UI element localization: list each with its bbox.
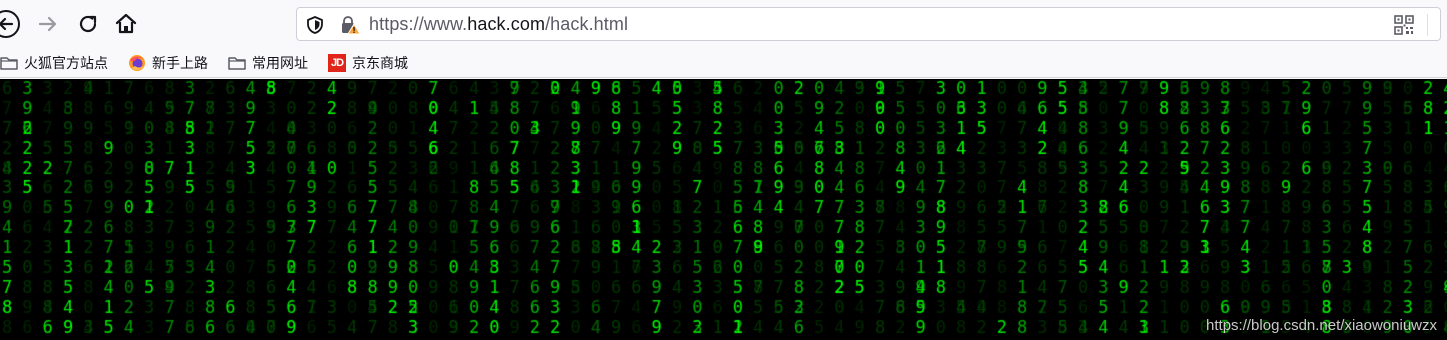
qr-code-icon[interactable] [1394, 15, 1414, 39]
reload-icon [76, 12, 100, 36]
back-button[interactable] [0, 8, 22, 40]
bookmark-label: 常用网址 [252, 56, 308, 72]
bookmark-label: 新手上路 [152, 56, 208, 72]
shield-icon[interactable] [305, 15, 325, 39]
url-prefix: https://www. [369, 14, 468, 34]
url-path: /hack.html [545, 14, 629, 34]
folder-icon [0, 54, 18, 72]
home-button[interactable] [110, 8, 142, 40]
insecure-lock-icon[interactable] [339, 15, 361, 39]
bookmark-getting-started[interactable]: 新手上路 [128, 52, 208, 74]
folder-icon [228, 54, 246, 72]
jd-badge: JD [328, 54, 346, 72]
bookmark-common-sites[interactable]: 常用网址 [228, 52, 308, 74]
bookmark-jd-mall[interactable]: JD 京东商城 [328, 52, 408, 74]
reload-button[interactable] [72, 8, 104, 40]
matrix-rain-canvas [0, 79, 1447, 340]
url-text[interactable]: https://www.hack.com/hack.html [369, 14, 628, 35]
navigation-toolbar: https://www.hack.com/hack.html [0, 0, 1447, 48]
page-content: https://blog.csdn.net/xiaowoniuwzx [0, 79, 1447, 340]
bookmarks-toolbar: 火狐官方站点 新手上路 常用网址 JD 京东商城 [0, 48, 1447, 78]
blog-watermark: https://blog.csdn.net/xiaowoniuwzx [1206, 317, 1437, 334]
bookmark-label: 火狐官方站点 [24, 56, 108, 72]
forward-button[interactable] [32, 8, 64, 40]
jd-logo: JD [328, 54, 346, 72]
bookmark-label: 京东商城 [352, 56, 408, 72]
home-icon [114, 12, 138, 36]
bookmark-firefox-official[interactable]: 火狐官方站点 [0, 52, 108, 74]
address-bar[interactable]: https://www.hack.com/hack.html [296, 7, 1441, 41]
firefox-icon [128, 54, 146, 72]
bookmark-star-icon[interactable] [1427, 14, 1431, 40]
url-host: hack.com [467, 14, 546, 34]
forward-arrow-icon [36, 12, 60, 36]
back-arrow-icon [0, 9, 21, 39]
